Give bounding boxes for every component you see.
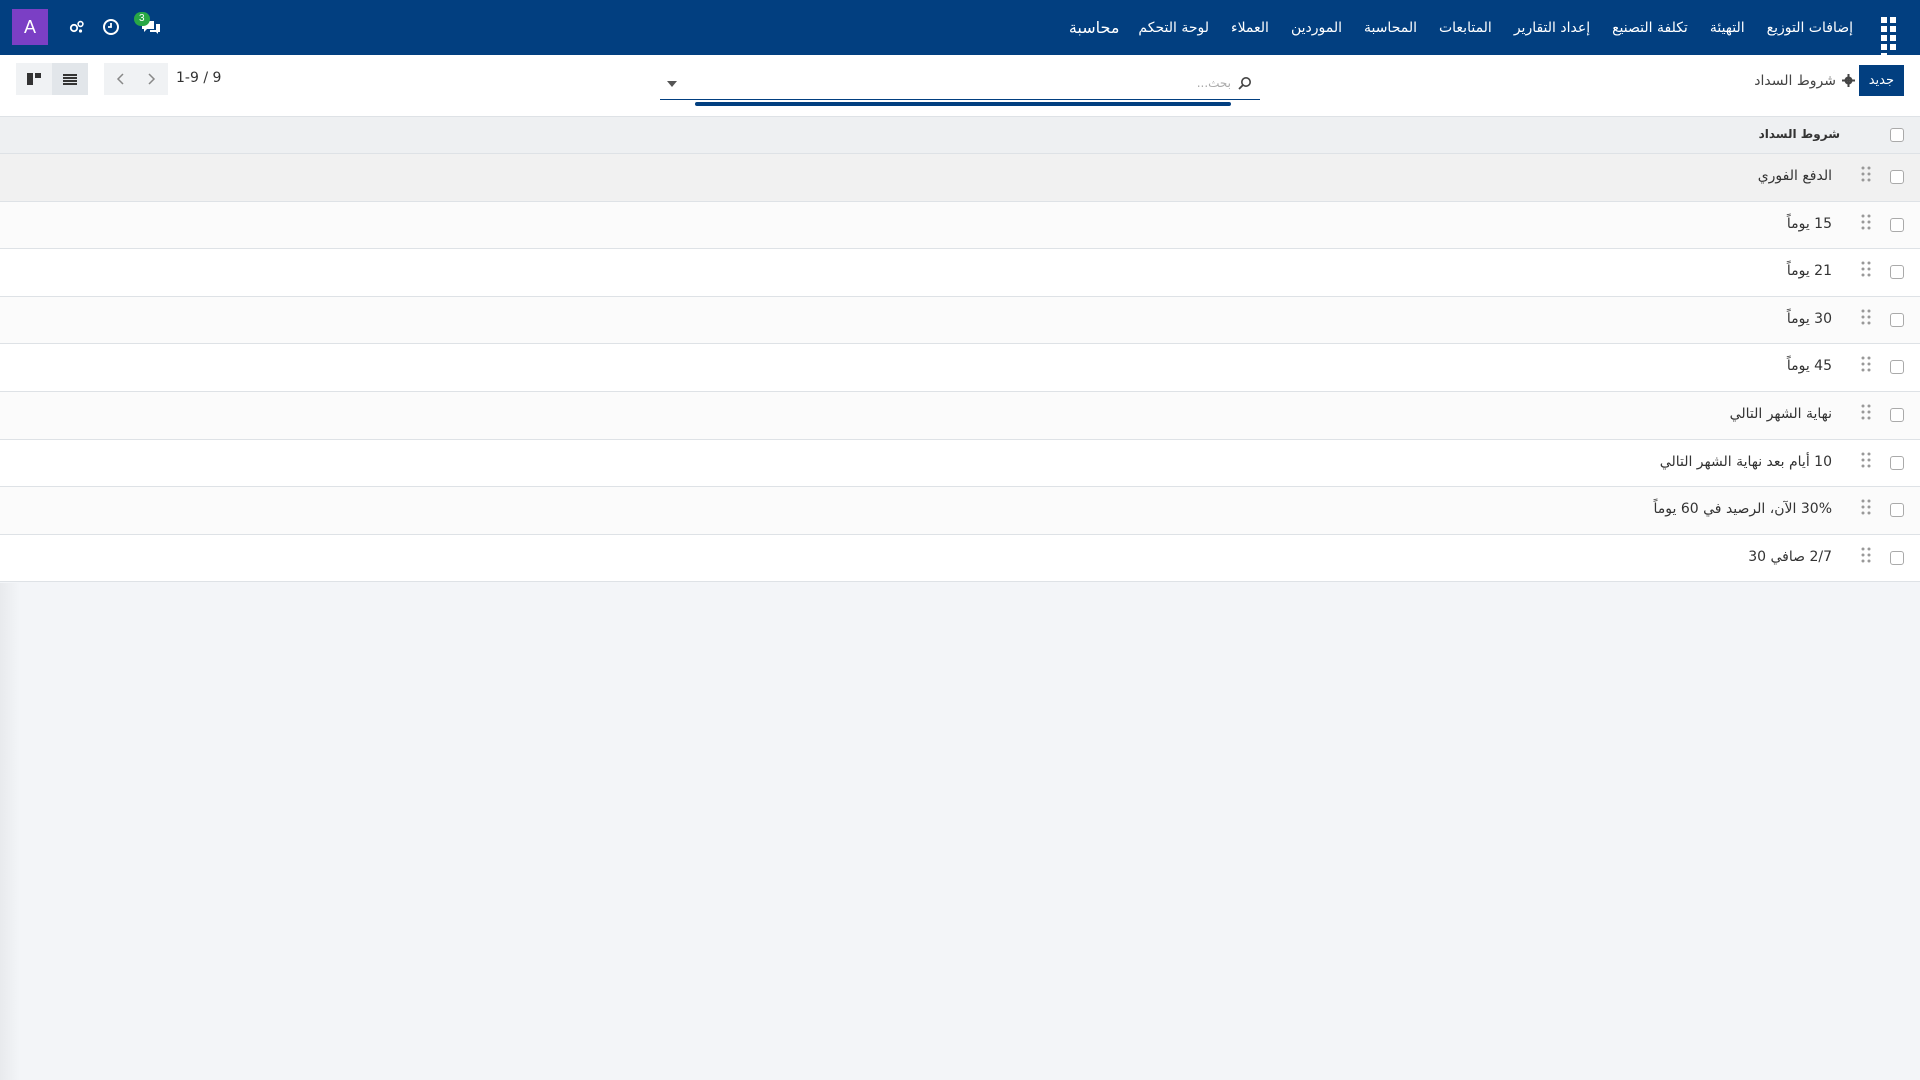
table-row[interactable]: 30% الآن، الرصيد في 60 يوماً — [0, 487, 1920, 535]
row-name: 10 أيام بعد نهاية الشهر التالي — [1659, 453, 1832, 470]
pager-value[interactable]: 1-9 / 9 — [176, 70, 221, 86]
drag-handle-icon[interactable] — [1860, 451, 1872, 469]
row-name: 2/7 صافي 30 — [1748, 548, 1832, 565]
menu-brand[interactable]: محاسبة — [1058, 18, 1128, 37]
payment-terms-list: شروط السداد الدفع الفوري 15 يوماً 21 يوم… — [0, 117, 1920, 583]
search-bar — [660, 68, 1260, 106]
clock-icon[interactable] — [102, 18, 120, 36]
row-checkbox[interactable] — [1890, 170, 1904, 184]
table-row[interactable]: 45 يوماً — [0, 344, 1920, 392]
caret-down-icon[interactable] — [664, 76, 680, 92]
chat-badge: 3 — [134, 12, 150, 26]
control-panel: جديد شروط السداد 1-9 / 9 — [0, 55, 1920, 117]
search-icon[interactable] — [1238, 75, 1254, 91]
row-checkbox[interactable] — [1890, 407, 1904, 422]
menu-distribution-addons[interactable]: إضافات التوزيع — [1756, 20, 1864, 36]
row-name: 45 يوماً — [1786, 358, 1832, 375]
menu-configuration[interactable]: التهيئة — [1699, 20, 1756, 36]
pager-previous-button[interactable] — [104, 63, 136, 95]
table-row[interactable]: 10 أيام بعد نهاية الشهر التالي — [0, 439, 1920, 488]
drag-handle-icon[interactable] — [1860, 260, 1872, 278]
drag-handle-icon[interactable] — [1860, 498, 1872, 516]
table-row[interactable]: الدفع الفوري — [0, 154, 1920, 202]
menu-vendors[interactable]: الموردين — [1280, 20, 1353, 36]
table-row[interactable]: 15 يوماً — [0, 201, 1920, 250]
row-name: 30% الآن، الرصيد في 60 يوماً — [1653, 501, 1832, 518]
new-button[interactable]: جديد — [1858, 65, 1904, 96]
menu-customers[interactable]: العملاء — [1220, 20, 1280, 36]
breadcrumb: شروط السداد — [1754, 65, 1856, 96]
table-row[interactable]: نهاية الشهر التالي — [0, 391, 1920, 440]
drag-handle-icon[interactable] — [1860, 403, 1872, 421]
drag-handle-icon[interactable] — [1860, 546, 1872, 564]
drag-handle-icon[interactable] — [1860, 308, 1872, 326]
menu-dashboard[interactable]: لوحة التحكم — [1127, 20, 1220, 36]
pager-next-button[interactable] — [136, 63, 168, 95]
row-checkbox[interactable] — [1890, 455, 1904, 470]
row-name: 15 يوماً — [1786, 215, 1832, 232]
menu-manufacturing-cost[interactable]: تكلفة التصنيع — [1601, 20, 1699, 36]
row-checkbox[interactable] — [1890, 360, 1904, 375]
column-header-payment-terms[interactable]: شروط السداد — [1759, 127, 1840, 141]
apps-grid-icon[interactable] — [1876, 12, 1908, 59]
menu-accounting[interactable]: المحاسبة — [1353, 20, 1428, 36]
search-input[interactable] — [695, 68, 1231, 98]
main-menu: محاسبة لوحة التحكم العملاء الموردين المح… — [1058, 0, 1864, 55]
table-row[interactable]: 30 يوماً — [0, 296, 1920, 345]
row-checkbox[interactable] — [1890, 550, 1904, 565]
gear-icon[interactable] — [1842, 74, 1856, 88]
list-header: شروط السداد — [0, 117, 1920, 154]
row-checkbox[interactable] — [1890, 217, 1904, 232]
avatar[interactable]: A — [12, 9, 48, 45]
table-row[interactable]: 2/7 صافي 30 — [0, 534, 1920, 583]
debug-icon[interactable] — [68, 18, 86, 36]
row-name: 30 يوماً — [1786, 310, 1832, 327]
row-name: الدفع الفوري — [1757, 168, 1832, 184]
menu-reporting[interactable]: إعداد التقارير — [1503, 20, 1601, 36]
drag-handle-icon[interactable] — [1860, 213, 1872, 231]
menu-followups[interactable]: المتابعات — [1428, 20, 1503, 36]
drag-handle-icon[interactable] — [1860, 165, 1872, 183]
table-row[interactable]: 21 يوماً — [0, 249, 1920, 297]
top-navbar: محاسبة لوحة التحكم العملاء الموردين المح… — [0, 0, 1920, 59]
page-edge-shadow — [0, 583, 20, 1080]
chat-icon[interactable]: 3 — [134, 12, 162, 36]
row-checkbox[interactable] — [1890, 265, 1904, 280]
drag-handle-icon[interactable] — [1860, 355, 1872, 373]
search-progress-bar — [695, 102, 1231, 106]
kanban-view-button[interactable] — [16, 63, 52, 95]
systray: A 3 — [12, 9, 162, 45]
list-view-button[interactable] — [52, 63, 88, 95]
row-checkbox[interactable] — [1890, 312, 1904, 327]
page-title: شروط السداد — [1754, 72, 1836, 89]
row-checkbox[interactable] — [1890, 503, 1904, 518]
select-all-checkbox[interactable] — [1890, 128, 1904, 142]
row-name: نهاية الشهر التالي — [1729, 405, 1832, 422]
row-name: 21 يوماً — [1786, 263, 1832, 280]
